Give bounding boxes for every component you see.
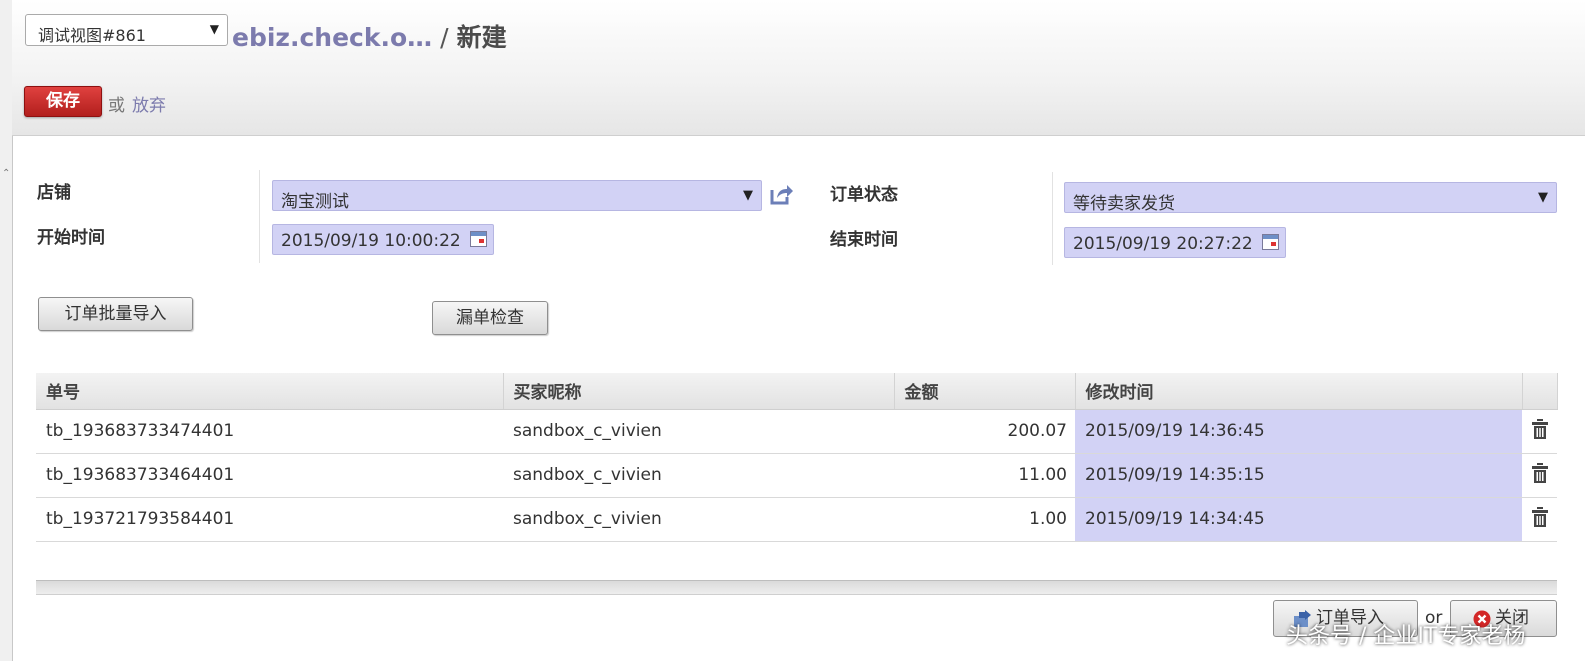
order-no-cell: tb_193721793584401 xyxy=(36,497,503,542)
save-button[interactable]: 保存 xyxy=(24,86,102,117)
trash-icon xyxy=(1531,418,1548,439)
end-time-value: 2015/09/19 20:27:22 xyxy=(1073,234,1253,254)
table-row[interactable]: tb_193721793584401 sandbox_c_vivien 1.00… xyxy=(36,497,1557,542)
debug-view-select-value: 调试视图#861 xyxy=(38,26,146,45)
amount-cell: 200.07 xyxy=(894,409,1075,454)
order-status-label: 订单状态 xyxy=(830,185,898,205)
shop-label: 店铺 xyxy=(37,183,71,203)
buyer-cell: sandbox_c_vivien xyxy=(503,409,894,454)
page-title: 新建 xyxy=(456,23,507,52)
order-no-cell: tb_193683733474401 xyxy=(36,409,503,454)
column-divider xyxy=(1052,172,1053,265)
table-row[interactable]: tb_193683733474401 sandbox_c_vivien 200.… xyxy=(36,409,1557,454)
end-time-input[interactable]: 2015/09/19 20:27:22 xyxy=(1064,227,1286,258)
amount-cell: 11.00 xyxy=(894,453,1075,498)
trash-icon xyxy=(1531,462,1548,483)
trash-icon xyxy=(1531,506,1548,527)
table-header-row: 单号 买家昵称 金额 修改时间 xyxy=(36,373,1558,410)
modified-cell: 2015/09/19 14:35:15 xyxy=(1075,453,1522,498)
start-time-label: 开始时间 xyxy=(37,228,105,248)
column-header-buyer[interactable]: 买家昵称 xyxy=(503,373,895,410)
order-no-cell: tb_193683733464401 xyxy=(36,453,503,498)
breadcrumb-link[interactable]: ebiz.check.o… xyxy=(232,23,432,52)
dropdown-arrow-icon: ▼ xyxy=(1538,190,1548,205)
control-panel-header: 调试视图#861 ▼ ebiz.check.o… / 新建 保存 或 放弃 xyxy=(12,0,1585,136)
calendar-icon[interactable] xyxy=(470,231,487,247)
breadcrumb-separator: / xyxy=(440,23,449,52)
order-status-select[interactable]: 等待卖家发货 ▼ xyxy=(1064,182,1557,214)
column-header-actions xyxy=(1522,373,1558,410)
watermark-text: 头条号 / 企业IT专家老杨 xyxy=(1286,624,1526,649)
debug-view-select[interactable]: 调试视图#861 ▼ xyxy=(25,14,228,46)
end-time-label: 结束时间 xyxy=(830,230,898,250)
column-header-amount[interactable]: 金额 xyxy=(894,373,1076,410)
delete-row-button[interactable] xyxy=(1522,497,1557,542)
start-time-input[interactable]: 2015/09/19 10:00:22 xyxy=(272,224,494,255)
delete-row-button[interactable] xyxy=(1522,409,1557,454)
column-header-modified[interactable]: 修改时间 xyxy=(1075,373,1523,410)
column-header-order-no[interactable]: 单号 xyxy=(36,373,504,410)
table-footer-bar xyxy=(36,580,1557,595)
calendar-icon[interactable] xyxy=(1262,234,1279,250)
batch-import-button[interactable]: 订单批量导入 xyxy=(38,297,193,331)
column-divider xyxy=(259,170,260,263)
dropdown-arrow-icon: ▼ xyxy=(743,188,753,203)
frame-arrow-icon: ⌃ xyxy=(2,168,11,179)
breadcrumb: ebiz.check.o… / 新建 xyxy=(232,18,507,54)
dropdown-arrow-icon: ▼ xyxy=(209,22,219,36)
modified-cell: 2015/09/19 14:34:45 xyxy=(1075,497,1522,542)
buyer-cell: sandbox_c_vivien xyxy=(503,497,894,542)
orders-table: 单号 买家昵称 金额 修改时间 tb_193683733474401 sandb… xyxy=(36,373,1558,542)
amount-cell: 1.00 xyxy=(894,497,1075,542)
table-row[interactable]: tb_193683733464401 sandbox_c_vivien 11.0… xyxy=(36,453,1557,498)
modified-cell: 2015/09/19 14:36:45 xyxy=(1075,409,1522,454)
shop-select-value: 淘宝测试 xyxy=(281,192,349,212)
delete-row-button[interactable] xyxy=(1522,453,1557,498)
missing-order-check-button[interactable]: 漏单检查 xyxy=(432,301,548,335)
discard-link[interactable]: 放弃 xyxy=(132,91,166,116)
external-link-icon[interactable] xyxy=(768,181,794,211)
or-text: 或 xyxy=(108,96,125,116)
order-status-value: 等待卖家发货 xyxy=(1073,194,1175,214)
start-time-value: 2015/09/19 10:00:22 xyxy=(281,231,461,251)
shop-select[interactable]: 淘宝测试 ▼ xyxy=(272,180,762,212)
buyer-cell: sandbox_c_vivien xyxy=(503,453,894,498)
